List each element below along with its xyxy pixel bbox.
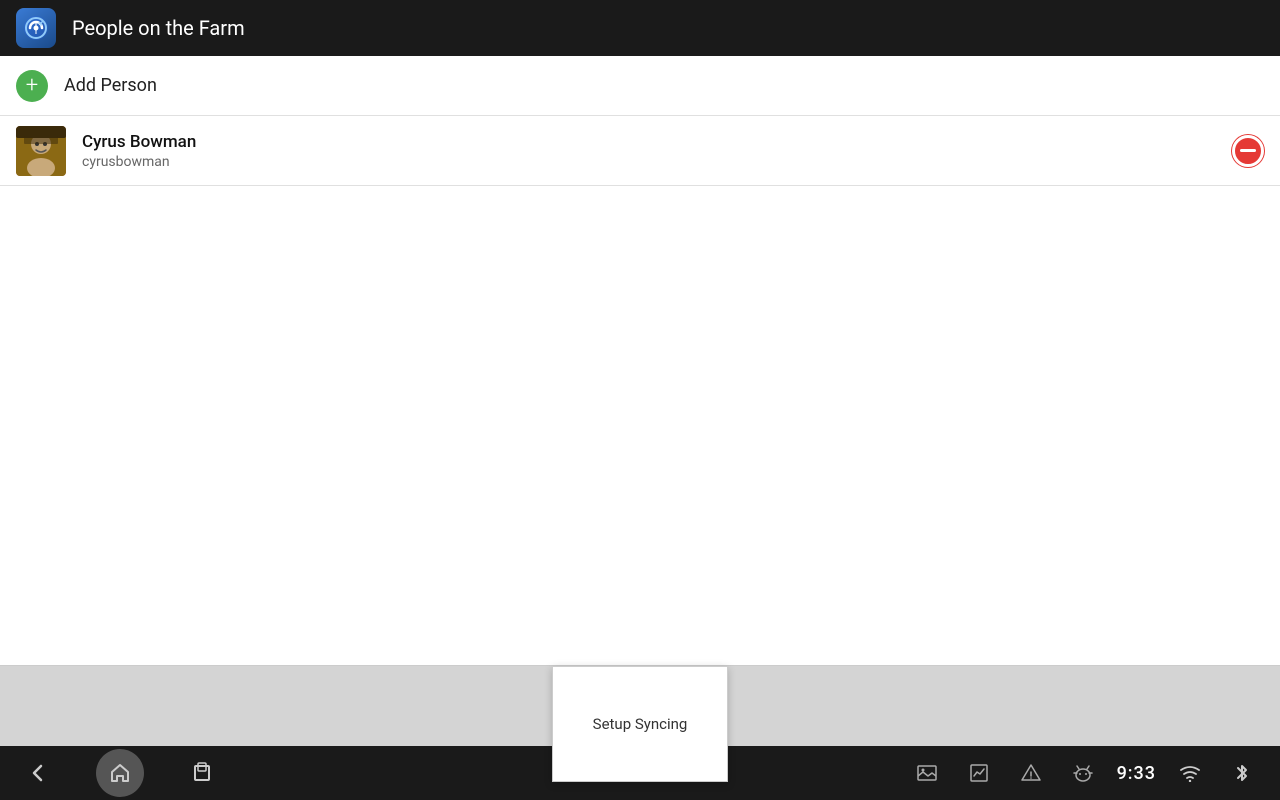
recents-button[interactable] [184, 755, 220, 791]
add-person-label: Add Person [64, 75, 157, 96]
android-icon[interactable] [1065, 755, 1101, 791]
app-title: People on the Farm [72, 16, 245, 40]
app-bar: People on the Farm [0, 0, 1280, 56]
alert-icon[interactable] [1013, 755, 1049, 791]
person-username: cyrusbowman [82, 154, 1216, 170]
person-name: Cyrus Bowman [82, 132, 1216, 152]
person-info: Cyrus Bowman cyrusbowman [82, 132, 1216, 170]
avatar [16, 126, 66, 176]
add-person-icon: + [16, 70, 48, 102]
wifi-icon [1172, 755, 1208, 791]
remove-person-button[interactable] [1232, 135, 1264, 167]
main-content: + Add Person Cyrus Bowman cyrusbowman [0, 56, 1280, 666]
home-button[interactable] [96, 749, 144, 797]
app-logo-svg [22, 14, 50, 42]
setup-syncing-label: Setup Syncing [593, 715, 688, 733]
nav-left [20, 749, 220, 797]
time-display: 9:33 [1117, 763, 1156, 784]
bottom-bar: Setup Syncing [0, 666, 1280, 800]
setup-syncing-popup[interactable]: Setup Syncing [552, 666, 728, 782]
back-button[interactable] [20, 755, 56, 791]
app-icon [16, 8, 56, 48]
minus-icon [1240, 149, 1256, 152]
chart-icon[interactable] [961, 755, 997, 791]
add-person-row[interactable]: + Add Person [0, 56, 1280, 116]
gallery-icon[interactable] [909, 755, 945, 791]
nav-right: 9:33 [909, 755, 1260, 791]
person-list-item[interactable]: Cyrus Bowman cyrusbowman [0, 116, 1280, 186]
bluetooth-icon [1224, 755, 1260, 791]
